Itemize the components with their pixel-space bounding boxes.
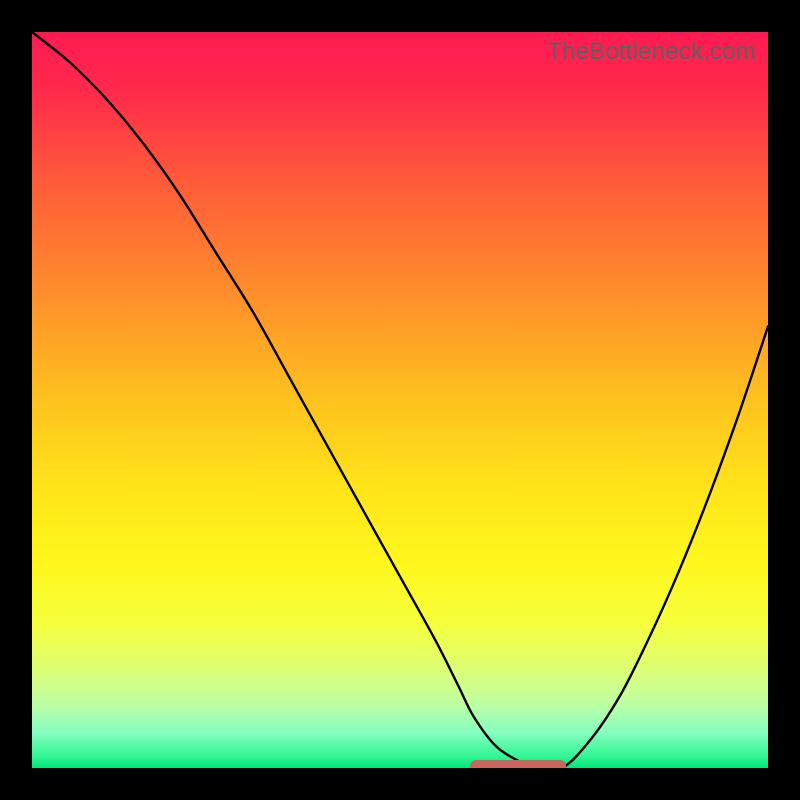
chart-frame: TheBottleneck.com — [0, 0, 800, 800]
watermark-text: TheBottleneck.com — [547, 38, 756, 66]
flat-minimum-marker — [470, 760, 566, 768]
bottleneck-curve — [32, 32, 768, 768]
plot-area: TheBottleneck.com — [32, 32, 768, 768]
